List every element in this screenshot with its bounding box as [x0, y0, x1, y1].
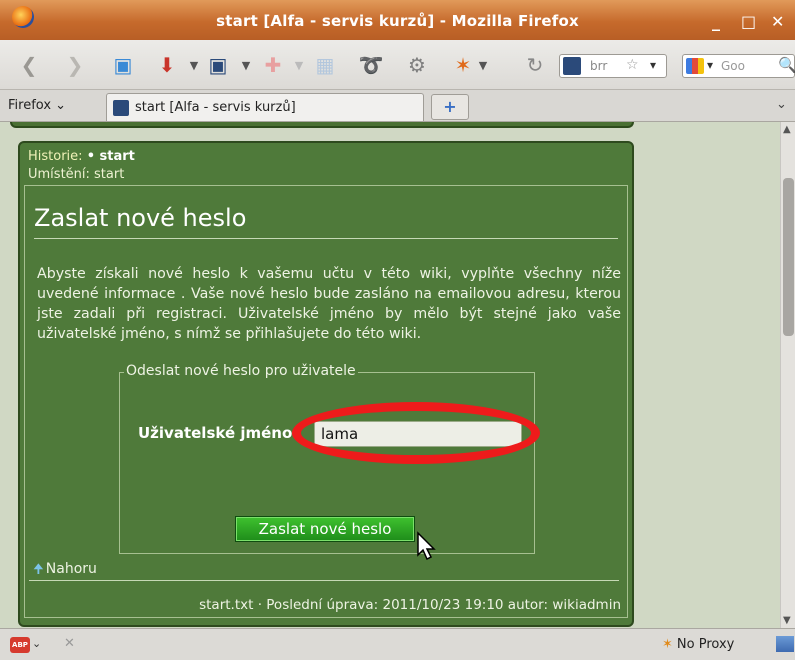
- page-content: Zaslat nové heslo Abyste získali nové he…: [24, 185, 628, 618]
- page-icon: [563, 57, 581, 75]
- chevron-down-icon[interactable]: ▼: [237, 50, 255, 80]
- grid-icon[interactable]: ▦: [310, 50, 340, 80]
- google-icon[interactable]: [686, 58, 704, 74]
- adblock-icon[interactable]: ABP: [10, 637, 30, 653]
- new-tab-button[interactable]: +: [431, 94, 469, 120]
- page-footer: start.txt · Poslední úprava: 2011/10/23 …: [199, 597, 621, 613]
- search-field[interactable]: ▾ Goo 🔍: [682, 54, 795, 78]
- star-icon[interactable]: ☆: [626, 57, 639, 73]
- swirl-icon[interactable]: ➰: [356, 50, 386, 80]
- firefox-menu-button[interactable]: Firefox ⌄: [8, 98, 66, 113]
- navigation-toolbar: ❮ ❯ ▣ ⬇ ▼ ▣ ▼ ✚ ▼ ▦ ➰ ⚙ ✶ ▼ ↻ brr ☆ ▾ ▾ …: [0, 40, 795, 90]
- plus-icon[interactable]: ✚: [258, 50, 288, 80]
- scrollbar-thumb[interactable]: [783, 178, 794, 336]
- close-button[interactable]: ✕: [771, 12, 784, 31]
- back-to-top-link[interactable]: 🠉 Nahoru: [33, 560, 97, 582]
- chevron-down-icon[interactable]: ▾: [650, 58, 656, 72]
- network-icon[interactable]: [776, 636, 794, 652]
- tab-label: start [Alfa - servis kurzů]: [135, 100, 296, 115]
- search-icon[interactable]: 🔍: [778, 56, 795, 74]
- mouse-pointer-icon: [417, 531, 436, 561]
- password-reset-form: Odeslat nové heslo pro uživatele Uživate…: [119, 363, 540, 561]
- window-title: start [Alfa - servis kurzů] - Mozilla Fi…: [216, 12, 579, 30]
- vertical-scrollbar[interactable]: ▲ ▼: [780, 122, 795, 628]
- intro-text: Abyste získali nové heslo k vašemu učtu …: [37, 266, 621, 342]
- status-bar: ABP ⌄ ✕ ✶ No Proxy: [0, 628, 795, 660]
- previous-panel-edge: [10, 122, 634, 128]
- wiki-panel: Historie: • start Umístění: start Zaslat…: [18, 141, 634, 627]
- form-legend: Odeslat nové heslo pro uživatele: [124, 363, 358, 379]
- back-to-top-label: Nahoru: [45, 561, 97, 577]
- chevron-down-icon: ⌄: [55, 98, 67, 113]
- username-input[interactable]: [314, 421, 522, 447]
- history-link-start[interactable]: • start: [87, 149, 135, 164]
- folder-icon[interactable]: ▣: [108, 50, 138, 80]
- minimize-button[interactable]: _: [712, 12, 720, 31]
- history-label: Historie:: [28, 149, 83, 164]
- forward-icon[interactable]: ❯: [60, 50, 90, 80]
- scroll-down-icon[interactable]: ▼: [783, 615, 791, 626]
- submit-button[interactable]: Zaslat nové heslo: [235, 516, 415, 542]
- page-field-text: brr: [590, 59, 608, 73]
- proxy-status[interactable]: ✶ No Proxy: [662, 637, 734, 652]
- divider: [29, 580, 619, 581]
- page-viewport: Historie: • start Umístění: start Zaslat…: [0, 122, 780, 628]
- proxy-icon: ✶: [662, 637, 673, 652]
- page-field[interactable]: brr ☆ ▾: [559, 54, 667, 78]
- tab-list-chevron-down-icon[interactable]: ⌄: [776, 97, 787, 112]
- window-titlebar: start [Alfa - servis kurzů] - Mozilla Fi…: [0, 0, 795, 40]
- breadcrumb-history: Historie: • start: [28, 149, 135, 164]
- search-input[interactable]: Goo: [721, 59, 745, 73]
- reload-icon[interactable]: ↻: [520, 50, 550, 80]
- back-icon[interactable]: ❮: [14, 50, 44, 80]
- chevron-down-icon[interactable]: ▼: [185, 50, 203, 80]
- arrow-up-icon: 🠉: [33, 562, 44, 577]
- chevron-down-icon[interactable]: ▾: [707, 58, 713, 72]
- tab-start[interactable]: start [Alfa - servis kurzů]: [106, 93, 424, 121]
- save-icon[interactable]: ▣: [203, 50, 233, 80]
- close-icon[interactable]: ✕: [64, 636, 75, 651]
- username-label: Uživatelské jméno: [138, 424, 293, 442]
- scroll-up-icon[interactable]: ▲: [783, 124, 791, 135]
- breadcrumb-location: Umístění: start: [28, 167, 125, 182]
- chevron-down-icon[interactable]: ▼: [290, 50, 308, 80]
- page-title: Zaslat nové heslo: [34, 204, 247, 232]
- page-icon: [113, 100, 129, 116]
- chevron-down-icon[interactable]: ▼: [474, 50, 492, 80]
- gear-icon[interactable]: ⚙: [402, 50, 432, 80]
- divider: [34, 238, 618, 239]
- maximize-button[interactable]: □: [741, 12, 756, 31]
- download-icon[interactable]: ⬇: [152, 50, 182, 80]
- firefox-menu-label: Firefox: [8, 98, 52, 113]
- chevron-down-icon[interactable]: ⌄: [32, 637, 41, 650]
- proxy-label: No Proxy: [676, 637, 735, 652]
- tab-bar: Firefox ⌄ start [Alfa - servis kurzů] + …: [0, 90, 795, 122]
